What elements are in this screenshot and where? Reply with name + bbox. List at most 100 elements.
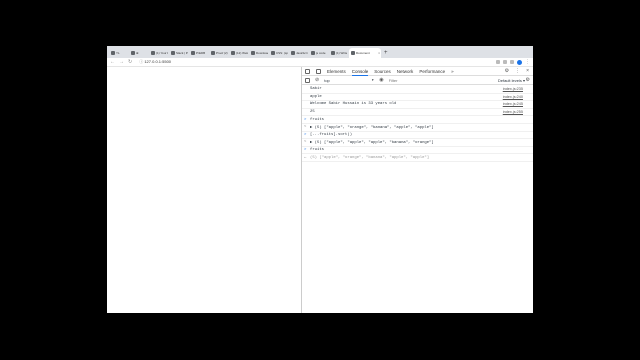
clear-console-icon[interactable]: ⊘	[315, 77, 319, 83]
tab-label: ⊕	[136, 51, 139, 55]
tab-strip: YL ⊕ (1) Your Ema Slack | Proj PrEDB Proof (2…	[107, 46, 533, 58]
browser-tab[interactable]: JavaScri	[289, 48, 308, 58]
console-settings-icon[interactable]: ⚙	[526, 77, 530, 83]
device-toolbar-icon[interactable]	[316, 68, 321, 74]
console-line: Welcome Sabir Hussain is 33 years old ind…	[302, 101, 533, 109]
devtools-actions: ⚙ ⋮ ×	[505, 68, 533, 74]
tab-label: YL	[116, 51, 120, 55]
browser-tab[interactable]: Proof (2)	[209, 48, 228, 58]
browser-tab[interactable]: (1) Write	[329, 48, 348, 58]
reload-button[interactable]: ↻	[128, 58, 132, 67]
chevron-down-icon: ▼	[371, 78, 375, 82]
extension-icon[interactable]	[510, 60, 514, 64]
console-line[interactable]: < ▶ (5) ["apple", "apple", "apple", "bana…	[302, 139, 533, 147]
browser-tab[interactable]: Slack | Proj	[169, 48, 188, 58]
tab-label: PrEDB	[196, 51, 206, 55]
console-prompt-icon: >	[304, 117, 307, 122]
favicon-icon	[271, 51, 275, 55]
favicon-icon	[191, 51, 195, 55]
source-link[interactable]: index.js:235	[503, 87, 523, 91]
tab-label: CSS: (space	[276, 51, 288, 55]
browser-tab[interactable]: (1) Your Ema	[149, 48, 168, 58]
console-text: ▶ (5) ["apple", "apple", "apple", "banan…	[310, 141, 434, 146]
context-selector[interactable]: top ▼	[324, 78, 374, 83]
new-tab-button[interactable]: +	[384, 48, 388, 58]
browser-tab[interactable]: Download	[249, 48, 268, 58]
tab-label: (1) Your Ema	[156, 51, 168, 55]
tab-console[interactable]: Console	[351, 67, 369, 76]
more-tabs-icon[interactable]: »	[451, 67, 454, 76]
tab-elements[interactable]: Elements	[327, 67, 346, 76]
favicon-icon	[171, 51, 175, 55]
console-line: ← (5) ["apple", "orange", "banana", "appl…	[302, 154, 533, 162]
toolbar-actions: ⋮	[496, 58, 530, 67]
close-tab-icon[interactable]: ×	[378, 51, 380, 55]
console-text: 25	[310, 110, 315, 115]
back-button[interactable]: ←	[110, 58, 115, 67]
console-text: Welcome Sabir Hussain is 33 years old	[310, 102, 397, 107]
favicon-icon	[291, 51, 295, 55]
tab-label: (1) Write	[336, 51, 348, 55]
console-text: fruits	[310, 148, 325, 153]
menu-icon[interactable]: ⋮	[515, 68, 520, 74]
forward-button[interactable]: →	[119, 58, 124, 67]
console-toolbar: ⊘ top ▼ ◉ Default levels ▾ ⚙	[302, 76, 533, 85]
context-label: top	[324, 77, 330, 83]
console-line: > fruits	[302, 116, 533, 124]
browser-tab[interactable]: ⊕	[129, 48, 148, 58]
address-bar[interactable]: ⓘ 127.0.0.1:5500	[139, 59, 171, 65]
console-line: > [...fruits].sort()	[302, 132, 533, 140]
tab-label: Download	[256, 51, 268, 55]
close-icon[interactable]: ×	[526, 68, 529, 74]
tab-network[interactable]: Network	[397, 67, 414, 76]
extension-icon[interactable]	[503, 60, 507, 64]
filter-input[interactable]	[388, 77, 439, 83]
source-link[interactable]: index.js:240	[503, 95, 523, 99]
browser-tab[interactable]: PrEDB	[189, 48, 208, 58]
favicon-icon	[351, 51, 355, 55]
favicon-icon	[131, 51, 135, 55]
favicon-icon	[251, 51, 255, 55]
console-prompt-icon: <	[304, 140, 307, 145]
console-prompt-icon: >	[304, 132, 307, 137]
settings-icon[interactable]: ⚙	[505, 68, 509, 74]
tab-label: js code	[316, 51, 326, 55]
source-link[interactable]: index.js:245	[503, 102, 523, 106]
profile-avatar[interactable]	[517, 59, 522, 65]
console-text: ▶ (5) ["apple", "orange", "banana", "app…	[310, 126, 434, 131]
devtools-tabbar: Elements Console Sources Network Perform…	[302, 67, 533, 76]
browser-tab[interactable]: Document ×	[349, 48, 381, 58]
address-toolbar: ← → ↻ ⓘ 127.0.0.1:5500 ⋮	[107, 58, 533, 67]
console-line: Sabir index.js:235	[302, 86, 533, 94]
sidebar-toggle-icon[interactable]	[305, 77, 310, 83]
favicon-icon	[331, 51, 335, 55]
console-text: Sabir	[310, 87, 322, 92]
console-text: [...fruits].sort()	[310, 132, 353, 137]
inspect-element-icon[interactable]	[305, 68, 310, 74]
favicon-icon	[311, 51, 315, 55]
browser-tab[interactable]: (12) Welco	[229, 48, 248, 58]
tab-label: (12) Welco	[236, 51, 248, 55]
browser-tab[interactable]: CSS: (space	[269, 48, 288, 58]
tab-label: Slack | Proj	[176, 51, 188, 55]
browser-tab[interactable]: YL	[109, 48, 128, 58]
console-text: fruits	[310, 117, 325, 122]
favicon-icon	[211, 51, 215, 55]
eye-icon[interactable]: ◉	[379, 77, 383, 83]
favicon-icon	[231, 51, 235, 55]
url-text: 127.0.0.1:5500	[144, 59, 172, 64]
chrome-menu-icon[interactable]: ⋮	[525, 58, 530, 67]
console-line[interactable]: < ▶ (5) ["apple", "orange", "banana", "ap…	[302, 124, 533, 132]
browser-tab[interactable]: js code	[309, 48, 328, 58]
console-prompt-icon: >	[304, 148, 307, 153]
console-text: apple	[310, 94, 322, 99]
source-link[interactable]: index.js:255	[503, 110, 523, 114]
tab-performance[interactable]: Performance	[419, 67, 445, 76]
console-output: Sabir index.js:235 apple index.js:240 Welcom…	[302, 85, 533, 162]
tab-label: JavaScri	[296, 51, 308, 55]
console-line: apple index.js:240	[302, 94, 533, 102]
tab-label: Proof (2)	[216, 51, 228, 55]
star-icon[interactable]	[496, 60, 500, 64]
tab-sources[interactable]: Sources	[374, 67, 391, 76]
console-line: 25 index.js:255	[302, 109, 533, 117]
